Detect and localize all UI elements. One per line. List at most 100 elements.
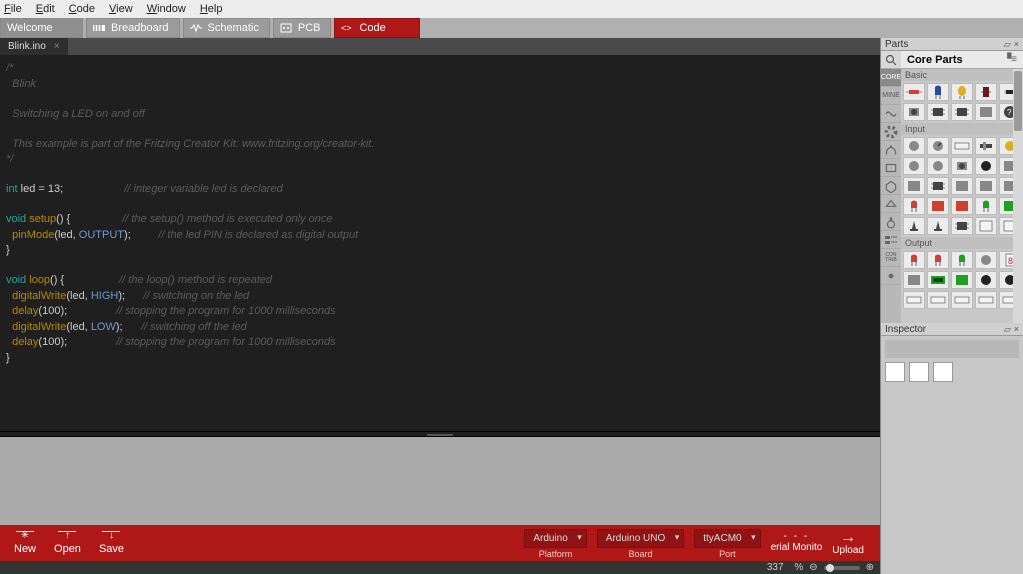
bin-7[interactable]	[881, 159, 901, 177]
zoom-in-icon[interactable]: ⊕	[866, 562, 874, 573]
part-chip[interactable]	[927, 177, 949, 195]
part-chip[interactable]	[951, 217, 973, 235]
bin-11[interactable]	[881, 231, 901, 249]
part-redBoard[interactable]	[951, 197, 973, 215]
part-ledG[interactable]	[951, 251, 973, 269]
part-pcb[interactable]	[951, 271, 973, 289]
parts-scrollbar[interactable]	[1013, 69, 1023, 323]
tab-blink[interactable]: Blink.ino ×	[0, 38, 68, 55]
part-led[interactable]	[903, 251, 925, 269]
bin-13[interactable]	[881, 267, 901, 285]
part-lcd[interactable]	[927, 271, 949, 289]
part-pot[interactable]	[927, 137, 949, 155]
inspector-body	[881, 336, 1023, 574]
inspector-swatch-1[interactable]	[885, 362, 905, 382]
code-icon: <>	[341, 23, 353, 33]
part-ledG[interactable]	[975, 197, 997, 215]
zoom-out-icon[interactable]: ⊖	[809, 562, 817, 573]
bin-menu-icon[interactable]: ▝≡	[1003, 54, 1017, 65]
part-grayBox[interactable]	[903, 177, 925, 195]
part-round[interactable]	[903, 137, 925, 155]
close-icon[interactable]: ×	[54, 41, 60, 52]
part-stand[interactable]	[927, 217, 949, 235]
serial-monitor-button[interactable]: - - - erial Monito	[771, 531, 823, 553]
part-bar[interactable]	[903, 291, 925, 309]
upload-button[interactable]: → Upload	[832, 531, 864, 556]
part-led[interactable]	[903, 197, 925, 215]
zoom-value: 337 %	[767, 562, 803, 573]
schematic-icon	[190, 23, 202, 33]
inspector-name-field[interactable]	[885, 340, 1019, 358]
zoom-slider[interactable]	[824, 566, 860, 570]
contrib-bin[interactable]: CONTRIB	[881, 249, 901, 267]
welcome-label: Welcome	[7, 22, 53, 34]
inspector-swatch-3[interactable]	[933, 362, 953, 382]
part-slide[interactable]	[975, 137, 997, 155]
menu-file[interactable]: File	[4, 3, 22, 15]
platform-label: Platform	[539, 549, 573, 559]
part-grayBox[interactable]	[903, 271, 925, 289]
close-inspector-icon[interactable]: ×	[1014, 324, 1019, 334]
code-editor[interactable]: /* Blink Switching a LED on and off This…	[0, 55, 880, 431]
part-round[interactable]	[927, 157, 949, 175]
part-bar[interactable]	[975, 291, 997, 309]
part-whiteBox[interactable]	[975, 217, 997, 235]
part-grayBox[interactable]	[975, 103, 997, 121]
schematic-label: Schematic	[208, 22, 259, 34]
undock-icon[interactable]: ▱	[1004, 39, 1011, 50]
part-stand[interactable]	[903, 217, 925, 235]
arduino-bin[interactable]	[881, 105, 901, 123]
menu-help[interactable]: Help	[200, 3, 223, 15]
port-select[interactable]: ttyACM0	[694, 529, 760, 548]
new-button[interactable]: ✳ New	[14, 531, 36, 555]
bin-5[interactable]	[881, 123, 901, 141]
part-bar[interactable]	[951, 291, 973, 309]
search-bin-icon[interactable]	[881, 51, 901, 69]
part-grayBox[interactable]	[951, 177, 973, 195]
part-round[interactable]	[975, 251, 997, 269]
part-chip[interactable]	[951, 103, 973, 121]
inspector-swatches	[885, 362, 1019, 382]
part-redBoard[interactable]	[927, 197, 949, 215]
part-chip[interactable]	[927, 103, 949, 121]
platform-select[interactable]: Arduino	[524, 529, 586, 548]
part-resistor[interactable]	[903, 83, 925, 101]
parts-panel-header: Parts ▱ ×	[881, 38, 1023, 51]
part-grayBox[interactable]	[975, 177, 997, 195]
editor-tabbar: Blink.ino ×	[0, 38, 880, 55]
menu-view[interactable]: View	[109, 3, 133, 15]
core-bin[interactable]: CORE	[881, 69, 901, 87]
section-input: Input	[901, 123, 1023, 135]
part-bar[interactable]	[927, 291, 949, 309]
schematic-button[interactable]: Schematic	[183, 18, 270, 38]
save-button[interactable]: ↓ Save	[99, 531, 124, 555]
close-panel-icon[interactable]: ×	[1014, 39, 1019, 49]
undock-inspector-icon[interactable]: ▱	[1004, 324, 1011, 335]
split-handle[interactable]	[0, 431, 880, 437]
bin-8[interactable]	[881, 177, 901, 195]
bin-9[interactable]	[881, 195, 901, 213]
part-ind[interactable]	[975, 83, 997, 101]
inspector-swatch-2[interactable]	[909, 362, 929, 382]
part-blackCirc[interactable]	[975, 157, 997, 175]
part-blackCirc[interactable]	[975, 271, 997, 289]
part-cap[interactable]	[927, 83, 949, 101]
part-button[interactable]	[951, 157, 973, 175]
bin-10[interactable]	[881, 213, 901, 231]
part-bar[interactable]	[951, 137, 973, 155]
part-round[interactable]	[903, 157, 925, 175]
menu-code[interactable]: Code	[69, 3, 95, 15]
breadboard-button[interactable]: Breadboard	[86, 18, 180, 38]
welcome-button[interactable]: Welcome	[0, 18, 83, 38]
pcb-button[interactable]: PCB	[273, 18, 332, 38]
board-select[interactable]: Arduino UNO	[597, 529, 684, 548]
part-led[interactable]	[927, 251, 949, 269]
part-capY[interactable]	[951, 83, 973, 101]
open-button[interactable]: ↑ Open	[54, 531, 81, 555]
code-button[interactable]: <> Code	[334, 18, 420, 38]
menu-window[interactable]: Window	[147, 3, 186, 15]
part-button[interactable]	[903, 103, 925, 121]
mine-bin[interactable]: MINE	[881, 87, 901, 105]
menu-edit[interactable]: Edit	[36, 3, 55, 15]
bin-6[interactable]	[881, 141, 901, 159]
